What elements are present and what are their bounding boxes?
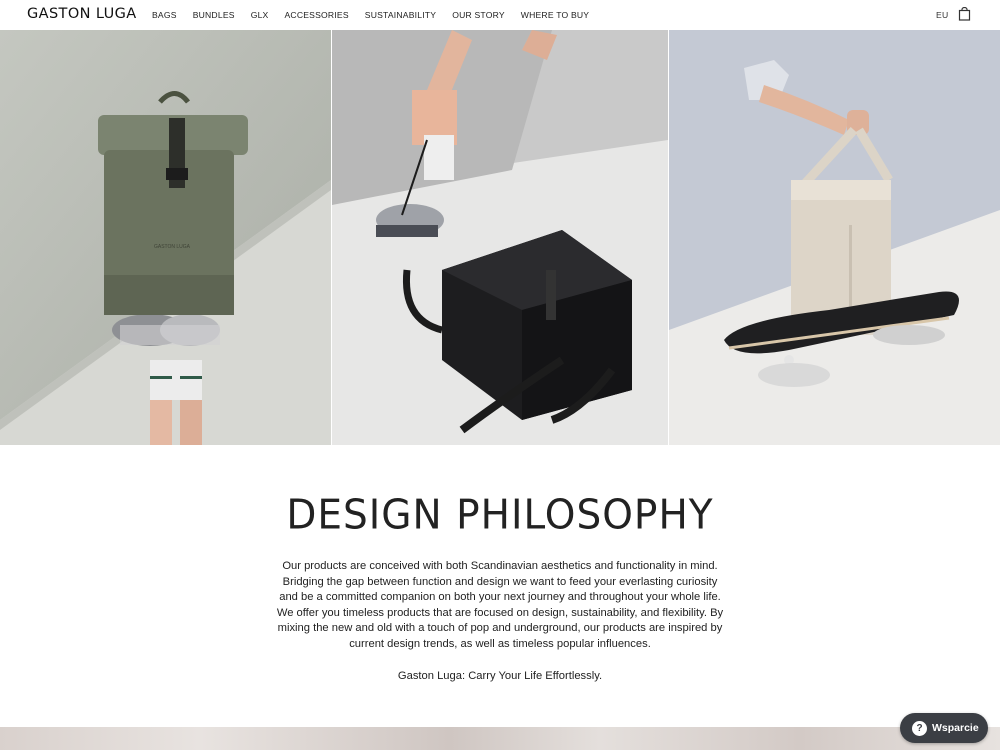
beige-tote-image bbox=[669, 30, 1000, 445]
nav-item-bundles[interactable]: BUNDLES bbox=[193, 10, 235, 20]
body-line: and be a committed companion on both you… bbox=[279, 591, 721, 604]
body-line: Bridging the gap between function and de… bbox=[282, 575, 718, 588]
hero-gallery: GASTON LUGA bbox=[0, 30, 1000, 445]
support-label: Wsparcie bbox=[932, 722, 979, 734]
site-header: GASTON LUGA BAGS BUNDLES GLX ACCESSORIES… bbox=[0, 0, 1000, 30]
brand-tagline: Gaston Luga: Carry Your Life Effortlessl… bbox=[397, 670, 603, 682]
next-section-image bbox=[0, 727, 1000, 750]
body-line: Our products are conceived with both Sca… bbox=[282, 560, 718, 572]
body-line: mixing the new and old with a touch of p… bbox=[277, 622, 723, 635]
nav-item-sustainability[interactable]: SUSTAINABILITY bbox=[365, 10, 436, 20]
hero-panel-beige-tote[interactable] bbox=[669, 30, 1000, 445]
design-philosophy-section: DESIGN PHILOSOPHY Our products are conce… bbox=[0, 445, 1000, 727]
bag-brand-label: GASTON LUGA bbox=[154, 244, 191, 250]
section-body: Our products are conceived with both Sca… bbox=[270, 559, 730, 653]
black-backpack-image bbox=[332, 30, 668, 445]
support-chat-button[interactable]: ? Wsparcie bbox=[900, 713, 988, 743]
nav-item-glx[interactable]: GLX bbox=[251, 10, 269, 20]
shopping-bag-icon[interactable] bbox=[958, 6, 971, 21]
question-mark-icon: ? bbox=[912, 720, 927, 736]
hero-panel-black-backpack[interactable] bbox=[332, 30, 668, 445]
brand-logo[interactable]: GASTON LUGA bbox=[27, 6, 137, 22]
nav-item-our-story[interactable]: OUR STORY bbox=[452, 10, 505, 20]
body-line: current design trends, as well as timele… bbox=[349, 637, 651, 650]
region-selector[interactable]: EU bbox=[936, 10, 949, 20]
nav-item-where-to-buy[interactable]: WHERE TO BUY bbox=[521, 10, 589, 20]
nav-item-accessories[interactable]: ACCESSORIES bbox=[284, 10, 348, 20]
body-line: We offer you timeless products that are … bbox=[276, 606, 724, 619]
hero-panel-olive-backpack[interactable]: GASTON LUGA bbox=[0, 30, 331, 445]
olive-backpack-image: GASTON LUGA bbox=[0, 30, 331, 445]
section-title: DESIGN PHILOSOPHY bbox=[286, 491, 714, 540]
main-nav: BAGS BUNDLES GLX ACCESSORIES SUSTAINABIL… bbox=[152, 10, 605, 20]
nav-item-bags[interactable]: BAGS bbox=[152, 10, 177, 20]
